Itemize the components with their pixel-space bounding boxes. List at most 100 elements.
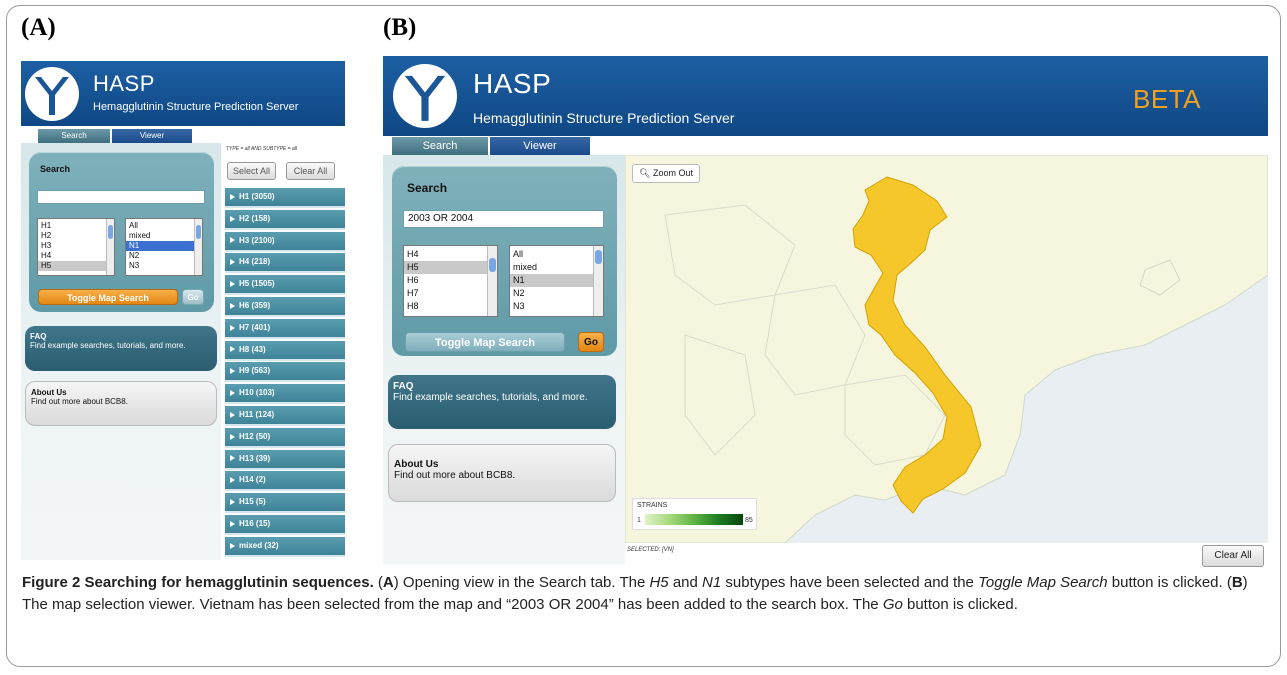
expand-triangle-icon xyxy=(230,324,235,331)
expand-triangle-icon xyxy=(230,302,235,309)
app-title: HASP xyxy=(473,68,552,99)
n-subtype-list[interactable]: All mixed N1 N2 N3 xyxy=(509,245,604,317)
subtype-row[interactable]: H10 (103) xyxy=(225,384,345,405)
strains-legend: STRAINS 1 85 xyxy=(632,498,757,530)
subtype-label: H3 (2100) xyxy=(239,235,275,245)
scrollbar[interactable] xyxy=(106,219,114,275)
about-card[interactable]: About Us Find out more about BCB8. xyxy=(388,444,616,502)
subtype-label: H5 (1505) xyxy=(239,279,275,289)
h-subtype-list[interactable]: H1 H2 H3 H4 H5 xyxy=(37,218,115,276)
h-subtype-list[interactable]: H4 H5 H6 H7 H8 xyxy=(403,245,498,317)
list-item[interactable]: N3 xyxy=(510,300,603,313)
clear-all-button[interactable]: Clear All xyxy=(1202,545,1264,567)
scrollbar[interactable] xyxy=(194,219,202,275)
tab-search[interactable]: Search xyxy=(38,129,110,143)
faq-title: FAQ xyxy=(393,381,414,392)
search-input[interactable] xyxy=(37,190,205,204)
about-card[interactable]: About Us Find out more about BCB8. xyxy=(25,381,217,426)
zoom-out-button[interactable]: 🔍︎ Zoom Out xyxy=(632,164,700,183)
tab-viewer[interactable]: Viewer xyxy=(112,129,192,143)
subtype-row[interactable]: H12 (50) xyxy=(225,427,345,448)
subtype-row[interactable]: H8 (43) xyxy=(225,340,345,361)
legend-gradient xyxy=(645,514,743,525)
caption-h5: H5 xyxy=(649,574,669,591)
list-item[interactable]: mixed xyxy=(126,231,202,241)
list-item-selected[interactable]: H5 xyxy=(38,261,114,271)
faq-card[interactable]: FAQ Find example searches, tutorials, an… xyxy=(388,375,616,429)
list-item[interactable]: H3 xyxy=(38,241,114,251)
clear-all-button[interactable]: Clear All xyxy=(286,162,335,180)
subtype-label: H9 (563) xyxy=(239,366,271,376)
toggle-map-search-button[interactable]: Toggle Map Search xyxy=(405,332,565,352)
subtype-row[interactable]: H7 (401) xyxy=(225,318,345,339)
subtype-row[interactable]: H15 (5) xyxy=(225,493,345,514)
subtype-row[interactable]: H3 (2100) xyxy=(225,231,345,252)
go-button[interactable]: Go xyxy=(182,289,204,305)
scrollbar[interactable] xyxy=(593,246,603,316)
about-title: About Us xyxy=(394,459,439,470)
subtype-row[interactable]: H13 (39) xyxy=(225,449,345,470)
toggle-map-search-button[interactable]: Toggle Map Search xyxy=(38,289,178,305)
list-item[interactable]: H4 xyxy=(38,251,114,261)
list-item[interactable]: N2 xyxy=(126,251,202,261)
subtype-label: H10 (103) xyxy=(239,388,275,398)
faq-card[interactable]: FAQ Find example searches, tutorials, an… xyxy=(25,326,217,371)
subtype-row[interactable]: H5 (1505) xyxy=(225,275,345,296)
list-item-selected[interactable]: H5 xyxy=(404,261,497,274)
magnifier-icon: 🔍︎ xyxy=(639,168,651,178)
search-input[interactable]: 2003 OR 2004 xyxy=(403,210,604,228)
beta-label: BETA xyxy=(1133,84,1201,114)
expand-triangle-icon xyxy=(230,346,235,353)
expand-triangle-icon xyxy=(230,281,235,288)
list-item[interactable]: H8 xyxy=(404,300,497,313)
list-item[interactable]: H1 xyxy=(38,221,114,231)
expand-triangle-icon xyxy=(230,477,235,484)
list-item[interactable]: mixed xyxy=(510,261,603,274)
list-item[interactable]: H2 xyxy=(38,231,114,241)
map-viewer[interactable] xyxy=(625,155,1268,543)
about-title: About Us xyxy=(31,388,67,397)
list-item-selected[interactable]: N1 xyxy=(126,241,202,251)
list-item[interactable]: N3 xyxy=(126,261,202,271)
subtype-label: H12 (50) xyxy=(239,431,271,441)
expand-triangle-icon xyxy=(230,455,235,462)
list-item-selected[interactable]: N1 xyxy=(510,274,603,287)
list-item[interactable]: All xyxy=(126,221,202,231)
faq-title: FAQ xyxy=(30,332,47,341)
subtype-row[interactable]: H9 (563) xyxy=(225,362,345,383)
subtype-label: mixed (32) xyxy=(239,540,279,550)
expand-triangle-icon xyxy=(230,499,235,506)
filter-text: TYPE = all AND SUBTYPE = all xyxy=(226,146,297,152)
subtype-row[interactable]: H1 (3050) xyxy=(225,188,345,208)
list-item[interactable]: H7 xyxy=(404,287,497,300)
legend-title: STRAINS xyxy=(637,502,668,509)
expand-triangle-icon xyxy=(230,259,235,266)
list-item[interactable]: H6 xyxy=(404,274,497,287)
list-item[interactable]: All xyxy=(510,248,603,261)
subtype-row[interactable]: H6 (359) xyxy=(225,297,345,317)
app-header-a: HASP Hemagglutinin Structure Prediction … xyxy=(21,61,345,126)
faq-text: Find example searches, tutorials, and mo… xyxy=(393,392,588,403)
subtype-row[interactable]: mixed (32) xyxy=(225,536,345,557)
subtype-row[interactable]: H4 (218) xyxy=(225,253,345,274)
list-item[interactable]: N2 xyxy=(510,287,603,300)
search-panel-a: Search H1 H2 H3 H4 H5 All mixed N1 N2 N3… xyxy=(29,152,214,312)
tab-viewer[interactable]: Viewer xyxy=(490,137,590,155)
subtype-row[interactable]: H16 (15) xyxy=(225,515,345,535)
app-subtitle: Hemagglutinin Structure Prediction Serve… xyxy=(473,110,735,126)
list-item[interactable]: H4 xyxy=(404,248,497,261)
go-button[interactable]: Go xyxy=(578,332,604,352)
subtype-accordion: H1 (3050) H2 (158) H3 (2100) H4 (218) H5 (15… xyxy=(225,188,345,560)
subtype-row[interactable]: H11 (124) xyxy=(225,406,345,426)
about-text: Find out more about BCB8. xyxy=(31,397,128,406)
n-subtype-list[interactable]: All mixed N1 N2 N3 xyxy=(125,218,203,276)
select-all-button[interactable]: Select All xyxy=(227,162,276,180)
subtype-label: H11 (124) xyxy=(239,410,275,419)
map-canvas[interactable] xyxy=(625,155,1268,543)
tab-search[interactable]: Search xyxy=(392,137,488,155)
subtype-row[interactable]: H2 (158) xyxy=(225,209,345,230)
subtype-row[interactable]: H14 (2) xyxy=(225,471,345,492)
subtype-label: H16 (15) xyxy=(239,519,271,528)
scrollbar[interactable] xyxy=(487,246,497,316)
legend-max: 85 xyxy=(745,517,753,524)
